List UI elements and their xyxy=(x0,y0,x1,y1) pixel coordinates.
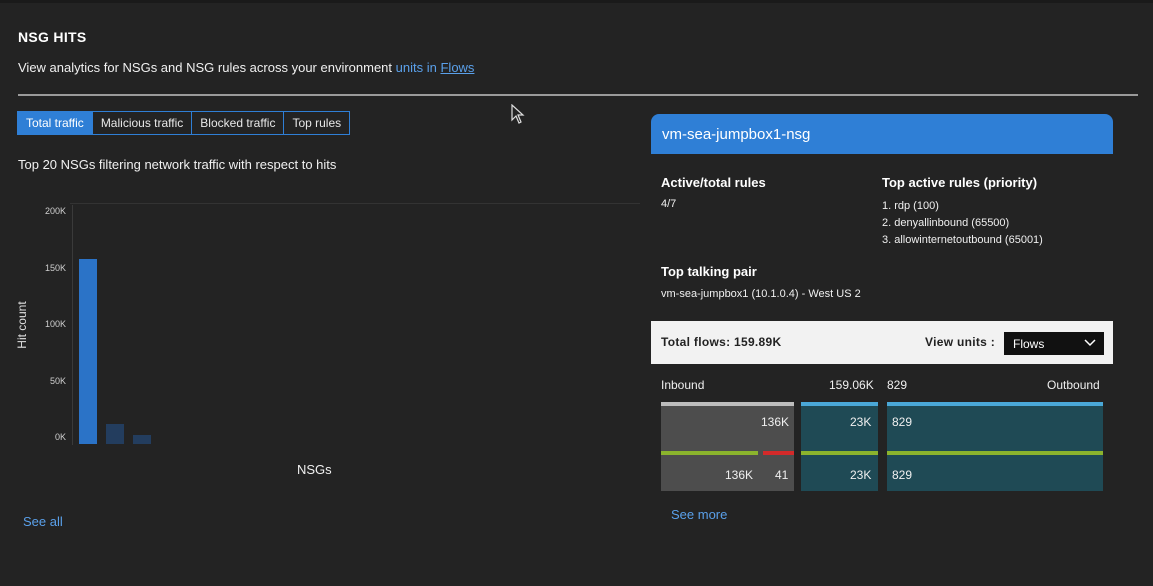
flow-value: 23K xyxy=(850,468,872,482)
chart-bar[interactable] xyxy=(106,424,124,444)
flow-value: 829 xyxy=(892,415,913,429)
outbound-total: 829 xyxy=(887,378,908,392)
mouse-pointer-icon xyxy=(511,104,525,124)
top-border xyxy=(0,0,1153,3)
y-tick-label: 50K xyxy=(49,375,66,386)
inbound-total: 159.06K xyxy=(829,378,874,392)
flow-stripe-allowed xyxy=(801,451,878,455)
y-tick-label: 200K xyxy=(44,206,66,216)
top-rule-item: 2. denyallinbound (65500) xyxy=(882,217,1010,229)
subtitle-units: units in xyxy=(395,60,437,75)
top-rules-label: Top active rules (priority) xyxy=(882,175,1038,190)
chart-top-border xyxy=(70,203,640,204)
flow-value: 23K xyxy=(850,415,872,429)
chevron-down-icon xyxy=(1084,339,1096,347)
chart-title: Top 20 NSGs filtering network traffic wi… xyxy=(18,157,337,172)
traffic-tabs: Total traffic Malicious traffic Blocked … xyxy=(17,111,351,135)
y-tick-label: 100K xyxy=(44,319,66,329)
flow-stripe-top xyxy=(887,402,1103,406)
page-title: NSG HITS xyxy=(18,29,87,45)
inbound-label: Inbound xyxy=(661,378,705,392)
tab-top-rules[interactable]: Top rules xyxy=(284,112,350,134)
see-all-link[interactable]: See all xyxy=(23,514,63,529)
flow-value-allowed: 136K xyxy=(725,468,754,482)
section-divider xyxy=(18,94,1138,96)
tab-total-traffic[interactable]: Total traffic xyxy=(18,112,93,134)
flow-stripe-allowed xyxy=(661,451,758,455)
view-units-value: Flows xyxy=(1013,337,1045,351)
top-rule-item: 3. allowinternetoutbound (65001) xyxy=(882,234,1043,246)
flow-stripe-denied xyxy=(763,451,794,455)
flow-value: 829 xyxy=(892,468,913,482)
flows-link[interactable]: Flows xyxy=(440,60,474,75)
y-tick-label: 150K xyxy=(44,262,66,273)
tab-blocked-traffic[interactable]: Blocked traffic xyxy=(192,112,285,134)
flow-value: 136K xyxy=(761,415,790,429)
view-units-label: View units : xyxy=(925,335,996,349)
flow-value-denied: 41 xyxy=(775,468,789,482)
chart-x-axis-label: NSGs xyxy=(297,462,332,477)
see-more-link[interactable]: See more xyxy=(671,507,727,522)
chart-bar[interactable] xyxy=(133,434,151,444)
flow-stripe-allowed xyxy=(887,451,1103,455)
top-rule-item: 1. rdp (100) xyxy=(882,200,939,212)
subtitle-text: View analytics for NSGs and NSG rules ac… xyxy=(18,60,393,75)
chart-bar[interactable] xyxy=(79,258,97,444)
nsg-name: vm-sea-jumpbox1-nsg xyxy=(662,126,811,143)
page-subtitle: View analytics for NSGs and NSG rules ac… xyxy=(18,60,474,75)
view-units-dropdown[interactable]: Flows xyxy=(1004,332,1104,355)
outbound-label: Outbound xyxy=(1047,378,1100,392)
tab-malicious-traffic[interactable]: Malicious traffic xyxy=(92,112,193,134)
active-rules-label: Active/total rules xyxy=(661,175,766,190)
flows-summary-bar: Total flows: 159.89K View units : Flows xyxy=(651,321,1113,364)
y-tick-label: 0K xyxy=(54,432,66,442)
talking-pair-label: Top talking pair xyxy=(661,264,757,279)
chart-y-axis xyxy=(72,205,73,445)
talking-pair-value: vm-sea-jumpbox1 (10.1.0.4) - West US 2 xyxy=(661,288,861,300)
flow-stripe-top xyxy=(801,402,878,406)
flow-stripe-top xyxy=(661,402,794,406)
flow-block-outbound xyxy=(887,402,1103,491)
chart-y-axis-label: Hit count xyxy=(15,301,29,349)
total-flows: Total flows: 159.89K xyxy=(661,335,782,349)
top-rules-list: 1. rdp (100) 2. denyallinbound (65500) 3… xyxy=(882,198,1043,249)
nsg-detail-header: vm-sea-jumpbox1-nsg xyxy=(651,114,1113,154)
active-rules-value: 4/7 xyxy=(661,198,677,210)
